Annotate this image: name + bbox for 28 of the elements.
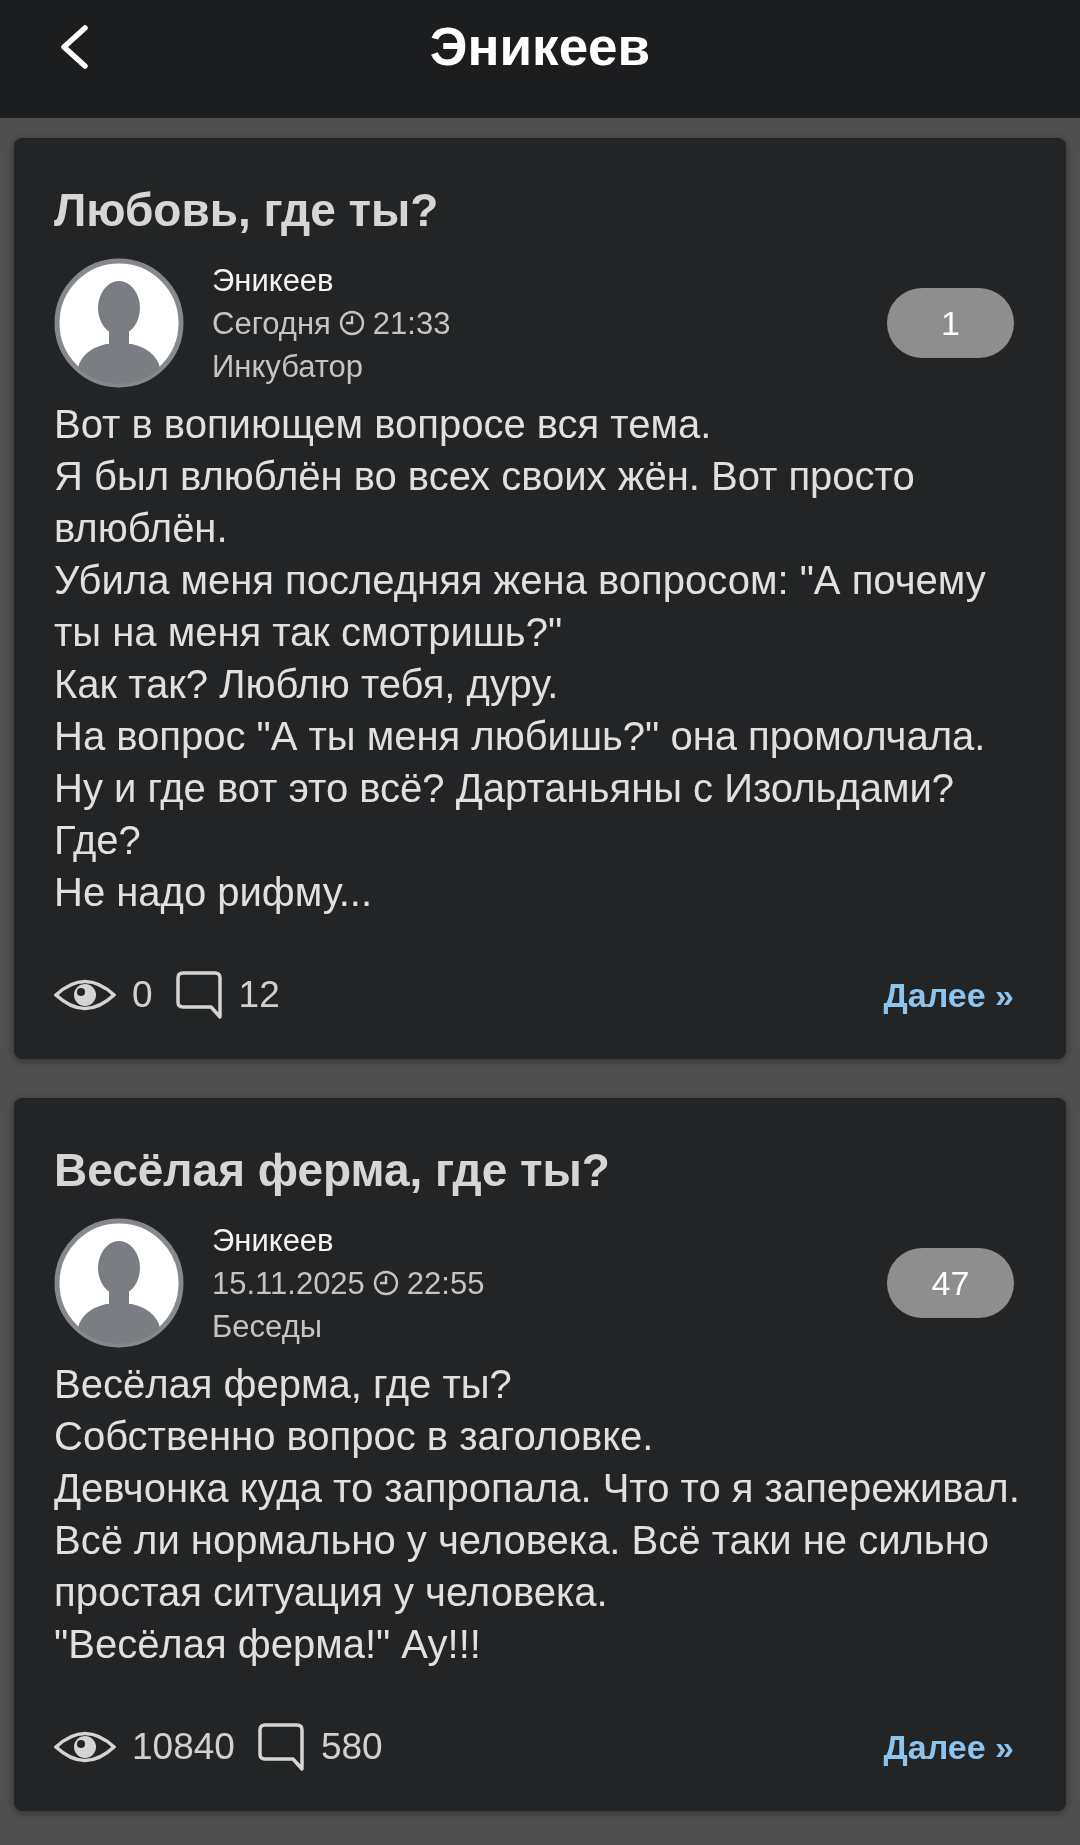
clock-icon [372, 1270, 399, 1296]
comment-count: 580 [320, 1725, 383, 1769]
post-date: Сегодня [212, 304, 331, 343]
view-count: 0 [132, 973, 153, 1017]
view-count: 10840 [132, 1725, 235, 1769]
read-more-link[interactable]: Далее » [883, 973, 1014, 1017]
clock-icon [338, 310, 365, 336]
forum-category: Инкубатор [212, 347, 364, 386]
comment-count: 12 [238, 973, 280, 1017]
speech-bubble-icon [256, 1722, 305, 1772]
post-title: Весёлая ферма, где ты? [54, 1143, 610, 1198]
count-badge: 47 [887, 1248, 1014, 1318]
post-text: Вот в вопиющем вопросе вся тема. Я был влюблён во всех своих жён. Вот просто влюблён. Убила меня последняя жена вопросом: "А почему ты на меня так смотришь?" Как так? Люблю тебя, дуру. На вопрос "А ты меня любишь?" она промолчала. Ну и где вот это всё? Дартаньяны с Изольдами? Где? Не надо рифму... [54, 401, 987, 916]
avatar-icon [54, 1218, 184, 1348]
avatar-icon [54, 258, 184, 388]
forum-category: Беседы [212, 1307, 322, 1346]
chevron-left-icon [58, 25, 90, 69]
post-time: 21:33 [372, 304, 451, 343]
read-more-link[interactable]: Далее » [883, 1725, 1014, 1769]
author-name: Эникеев [212, 261, 334, 300]
post-time: 22:55 [406, 1264, 485, 1303]
speech-bubble-icon [174, 970, 223, 1020]
post-title: Любовь, где ты? [54, 183, 439, 238]
post-text: Весёлая ферма, где ты? Собственно вопрос в заголовке. Девчонка куда то запропала. Что то я запереживал. Всё ли нормально у человека. Всё таки не сильно простая ситуация у человека. "Весёлая ферма!" Ау!!! [54, 1361, 1021, 1668]
post-date: 15.11.2025 [212, 1264, 365, 1303]
count-badge: 1 [887, 288, 1014, 358]
page-title: Эникеев [429, 17, 651, 77]
author-name: Эникеев [212, 1221, 334, 1260]
